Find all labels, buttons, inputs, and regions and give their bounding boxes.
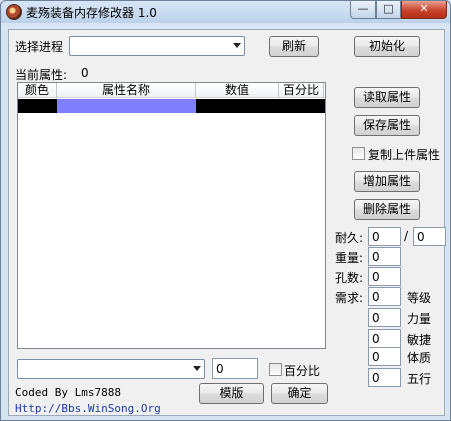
req-strength-input[interactable] (368, 308, 401, 327)
requirement-label: 需求: (335, 291, 364, 305)
req-agility-input[interactable] (368, 329, 401, 348)
app-icon (6, 4, 22, 20)
read-attributes-button[interactable]: 读取属性 (354, 87, 420, 108)
initialize-button[interactable]: 初始化 (354, 36, 420, 57)
row-name-cell (57, 99, 196, 113)
row-percent-cell (279, 99, 324, 113)
credit-text: Coded By Lms7888 (15, 386, 121, 399)
refresh-button[interactable]: 刷新 (269, 36, 319, 57)
durability-max-input[interactable] (413, 227, 446, 246)
row-value-cell (196, 99, 279, 113)
list-header: 颜色 属性名称 数值 百分比 (18, 83, 325, 98)
req-level-input[interactable] (368, 287, 401, 306)
durability-label: 耐久: (335, 231, 364, 245)
delete-attribute-button[interactable]: 删除属性 (354, 199, 420, 220)
percent-checkbox[interactable] (269, 363, 282, 376)
table-row[interactable] (18, 99, 325, 113)
durability-separator: / (404, 229, 409, 243)
window-title: 麦殇装备内存修改器 1.0 (26, 6, 157, 20)
current-attr-label: 当前属性: (15, 68, 68, 82)
close-button[interactable]: ✕ (401, 1, 447, 19)
process-label: 选择进程 (15, 40, 64, 54)
current-attr-count: 0 (81, 66, 89, 80)
copy-prev-checkbox[interactable] (352, 147, 365, 160)
req-agility-label: 敏捷 (407, 333, 432, 347)
column-header-value[interactable]: 数值 (196, 83, 279, 98)
client-area: 选择进程 刷新 初始化 当前属性: 0 颜色 属性名称 数值 百分比 读取属性 … (8, 29, 446, 416)
minimize-button[interactable]: — (350, 1, 376, 19)
column-header-percent[interactable]: 百分比 (279, 83, 324, 98)
attribute-select[interactable] (17, 359, 205, 379)
weight-input[interactable] (368, 247, 401, 266)
req-constitution-input[interactable] (368, 347, 401, 366)
req-constitution-label: 体质 (407, 351, 432, 365)
attribute-list[interactable]: 颜色 属性名称 数值 百分比 (17, 82, 326, 349)
column-header-color[interactable]: 颜色 (18, 83, 57, 98)
holes-input[interactable] (368, 267, 401, 286)
column-header-name[interactable]: 属性名称 (57, 83, 196, 98)
title-bar[interactable]: 麦殇装备内存修改器 1.0 — □ ✕ (1, 1, 450, 23)
row-color-cell (18, 99, 57, 113)
durability-current-input[interactable] (368, 227, 401, 246)
req-level-label: 等级 (407, 291, 432, 305)
chevron-down-icon (193, 366, 201, 371)
req-elements-input[interactable] (368, 368, 401, 387)
holes-label: 孔数: (335, 271, 364, 285)
percent-label: 百分比 (284, 364, 321, 378)
copy-prev-label: 复制上件属性 (368, 148, 441, 162)
req-elements-label: 五行 (407, 372, 432, 386)
attribute-value-input[interactable] (212, 358, 258, 379)
confirm-button[interactable]: 确定 (271, 383, 328, 404)
template-button[interactable]: 模版 (199, 383, 264, 404)
req-strength-label: 力量 (407, 312, 432, 326)
process-select[interactable] (69, 36, 245, 56)
save-attributes-button[interactable]: 保存属性 (354, 115, 420, 136)
chevron-down-icon (233, 43, 241, 48)
app-window: 麦殇装备内存修改器 1.0 — □ ✕ 选择进程 刷新 初始化 当前属性: 0 … (0, 0, 451, 421)
forum-link[interactable]: Http://Bbs.WinSong.Org (15, 402, 161, 415)
weight-label: 重量: (335, 251, 364, 265)
add-attribute-button[interactable]: 增加属性 (354, 171, 420, 192)
maximize-button[interactable]: □ (376, 1, 401, 19)
